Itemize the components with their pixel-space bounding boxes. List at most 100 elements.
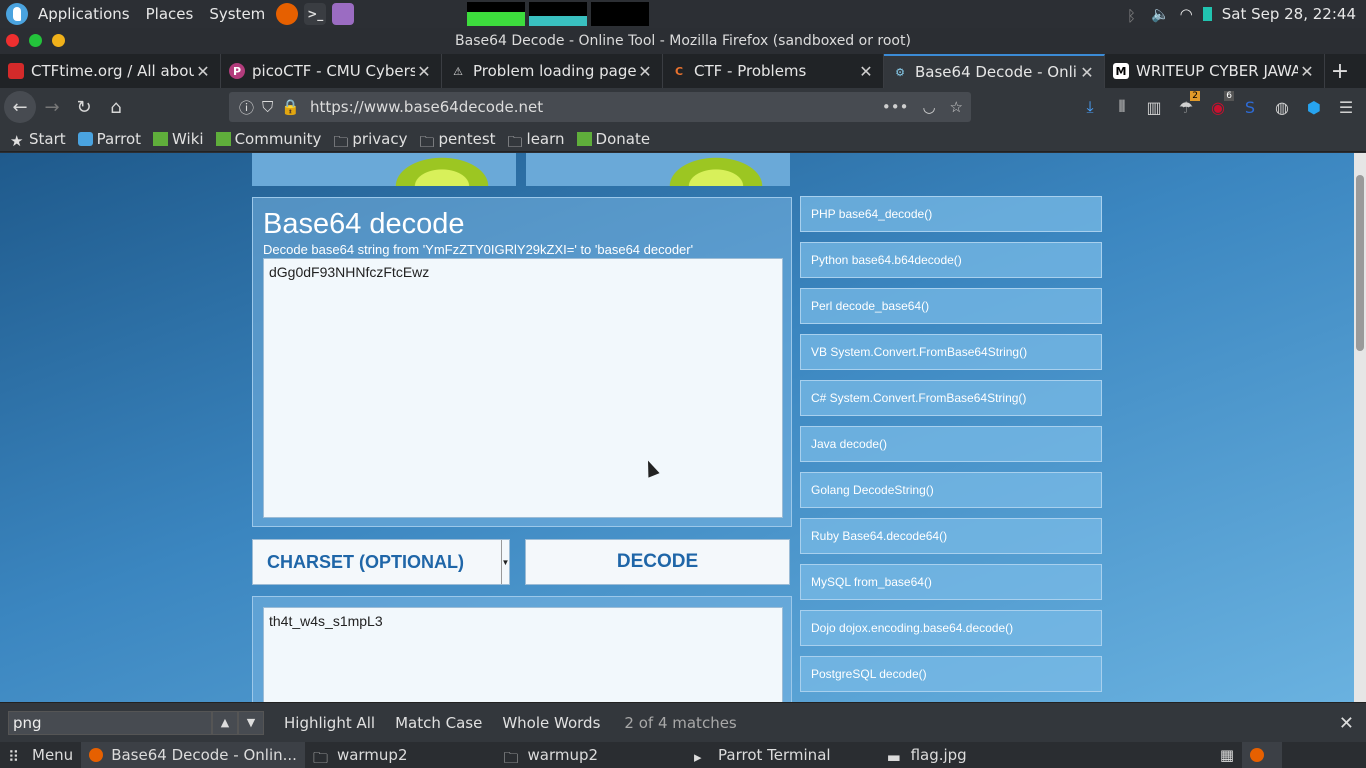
parrot-logo-icon[interactable] [6,3,28,25]
link-python[interactable]: Python base64.b64decode() [800,242,1102,278]
match-case-toggle[interactable]: Match Case [395,714,482,732]
close-window-button[interactable] [6,34,19,47]
folder-icon: 🗀 [333,132,349,151]
tracking-shield-icon[interactable]: ⛉ [262,98,273,116]
output-panel: th4t_w4s_s1mpL3 [252,596,792,702]
link-postgresql[interactable]: PostgreSQL decode() [800,656,1102,692]
clock[interactable]: Sat Sep 28, 22:44 [1222,5,1356,23]
lock-icon[interactable]: 🔒 [281,98,300,116]
bookmark-folder-privacy[interactable]: 🗀 privacy [333,130,407,151]
close-tab-icon[interactable]: ✕ [636,62,654,81]
banner-right [526,153,790,186]
find-next-button[interactable]: ▼ [238,710,264,735]
taskbar-item-terminal[interactable]: ▸ Parrot Terminal [686,742,839,768]
cube-extension-icon[interactable]: ⬢ [1302,95,1326,119]
wifi-icon[interactable]: ◠ [1180,5,1193,23]
taskbar-item-warmup2-a[interactable]: 🗀 warmup2 [305,742,416,768]
link-csharp[interactable]: C# System.Convert.FromBase64String() [800,380,1102,416]
places-menu[interactable]: Places [138,0,202,28]
warning-icon: ⚠ [453,64,463,78]
gear-graphic [662,153,770,186]
forward-button[interactable]: → [36,91,68,123]
tab-base64-decode[interactable]: ⚙ Base64 Decode - Online ✕ [884,54,1105,88]
language-links: PHP base64_decode() Python base64.b64dec… [800,196,1102,702]
whole-words-toggle[interactable]: Whole Words [502,714,600,732]
bookmark-parrot[interactable]: Parrot [77,130,141,148]
firefox-launcher-icon[interactable] [276,3,299,25]
text-editor-launcher-icon[interactable] [332,3,355,25]
new-tab-button[interactable]: + [1325,54,1355,88]
pocket-icon[interactable]: ◡ [922,98,935,116]
system-menu[interactable]: System [201,0,273,28]
scrollbar-thumb[interactable] [1356,175,1364,351]
tab-picoctf[interactable]: P picoCTF - CMU Cybersec ✕ [221,54,442,88]
bookmark-community[interactable]: Community [215,130,321,148]
workspace-switcher-icon[interactable]: ▦ [1212,742,1242,768]
bookmark-donate[interactable]: Donate [576,130,650,148]
highlight-all-toggle[interactable]: Highlight All [284,714,375,732]
reload-button[interactable]: ↻ [68,91,100,123]
page-scrollbar[interactable] [1354,153,1366,702]
star-icon: ★ [10,131,24,150]
back-button[interactable]: ← [4,91,36,123]
link-ruby[interactable]: Ruby Base64.decode64() [800,518,1102,554]
page-actions-icon[interactable]: ••• [882,98,909,116]
start-menu-button[interactable]: ⠿ Menu [0,742,81,768]
link-dojo[interactable]: Dojo dojox.encoding.base64.decode() [800,610,1102,646]
applications-menu[interactable]: Applications [30,0,138,28]
extension-notifications-icon[interactable]: ☂ 2 [1174,91,1200,119]
link-perl[interactable]: Perl decode_base64() [800,288,1102,324]
link-golang[interactable]: Golang DecodeString() [800,472,1102,508]
terminal-launcher-icon[interactable]: >_ [304,3,327,25]
bookmark-star-icon[interactable]: ☆ [950,98,963,116]
info-icon[interactable]: ⓘ [239,97,254,118]
bookmark-folder-pentest[interactable]: 🗀 pentest [419,130,495,151]
tab-writeup[interactable]: M WRITEUP CYBER JAWA ✕ [1105,54,1325,88]
charset-select[interactable]: CHARSET (OPTIONAL) ▼ [252,539,510,585]
close-tab-icon[interactable]: ✕ [1078,63,1096,82]
close-findbar-icon[interactable]: ✕ [1339,713,1354,734]
firefox-icon [1250,748,1264,762]
library-icon[interactable]: ⫴ [1110,95,1134,119]
decoded-output-textarea[interactable]: th4t_w4s_s1mpL3 [263,607,783,702]
find-previous-button[interactable]: ▲ [212,710,238,735]
bookmark-folder-learn[interactable]: 🗀 learn [508,130,565,151]
privacy-extension-icon[interactable]: ◍ [1270,95,1294,119]
battery-icon[interactable] [1202,7,1212,21]
link-java[interactable]: Java decode() [800,426,1102,462]
tab-problem-loading[interactable]: ⚠ Problem loading page ✕ [442,54,663,88]
find-input[interactable]: png [8,710,212,735]
link-php[interactable]: PHP base64_decode() [800,196,1102,232]
link-vb[interactable]: VB System.Convert.FromBase64String() [800,334,1102,370]
taskbar-item-warmup2-b[interactable]: 🗀 warmup2 [495,742,606,768]
close-tab-icon[interactable]: ✕ [415,62,433,81]
cpu-graph [467,2,526,26]
bookmark-wiki[interactable]: Wiki [153,130,204,148]
bluetooth-icon[interactable]: ᛒ [1127,7,1141,25]
link-mysql[interactable]: MySQL from_base64() [800,564,1102,600]
tray-firefox-icon[interactable] [1242,742,1282,768]
tab-ctf-problems[interactable]: C CTF - Problems ✕ [663,54,884,88]
close-tab-icon[interactable]: ✕ [194,62,212,81]
hamburger-menu-icon[interactable]: ☰ [1334,95,1358,119]
url-bar[interactable]: ⓘ ⛉ 🔒 https://www.base64decode.net ••• ◡… [229,92,971,122]
taskbar-item-flag-image[interactable]: ▬ flag.jpg [879,742,975,768]
close-tab-icon[interactable]: ✕ [857,62,875,81]
url-text[interactable]: https://www.base64decode.net [310,98,543,116]
base64-input-textarea[interactable]: dGg0dF93NHNfczFtcEwz [263,258,783,518]
decode-button[interactable]: DECODE [525,539,790,585]
maximize-window-button[interactable] [29,34,42,47]
bookmark-start[interactable]: ★ Start [10,130,66,150]
downloads-icon[interactable]: ⤓ [1078,95,1102,119]
taskbar-item-firefox[interactable]: Base64 Decode - Onlin... [81,742,305,768]
tab-ctftime[interactable]: CTFtime.org / All about C ✕ [0,54,221,88]
close-tab-icon[interactable]: ✕ [1298,62,1316,81]
volume-icon[interactable]: 🔈 [1151,5,1170,23]
minimize-window-button[interactable] [52,34,65,47]
home-button[interactable]: ⌂ [100,91,132,123]
ublock-icon[interactable]: ◉ 6 [1206,91,1234,119]
dropdown-arrow-icon: ▼ [501,540,509,584]
s-extension-icon[interactable]: S [1238,95,1262,119]
memory-graph [529,2,588,26]
sidebar-icon[interactable]: ▥ [1142,95,1166,119]
